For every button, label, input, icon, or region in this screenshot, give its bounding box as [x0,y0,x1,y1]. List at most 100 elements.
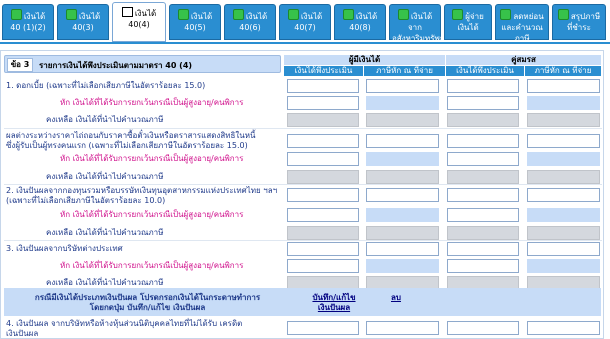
section-header: ข้อ 3 รายการเงินได้พึงประเมินตามมาตรา 40… [4,55,281,73]
row-2-label-line2: (เฉพาะที่ไม่เลือกเสียภาษีในอัตราร้อยละ 1… [6,196,166,205]
open-book-icon [121,7,133,17]
tab-40-6[interactable]: เงินได้ 40(6) [224,4,276,40]
row-2-income-input[interactable] [287,188,359,202]
spouse-income-header: เงินได้พึงประเมิน [446,66,524,76]
save-dividend-label-1: บันทึก/แก้ไข [312,293,356,302]
row-1b-balance-value [287,170,359,184]
green-page-icon [287,9,299,20]
row-2-exempt-blank [366,208,439,222]
divider [4,184,602,185]
spouse-header: คู่สมรส [446,55,601,65]
row-1b-withheld-input[interactable] [366,134,439,148]
green-page-icon [342,9,354,20]
row-2-withheld-input[interactable] [366,188,439,202]
tab-deduction[interactable]: ลดหย่อน และคำนวณ ภาษี [495,4,549,43]
row-1-spouse-balance-value [447,113,519,127]
row-3-balance-label: คงเหลือ เงินได้ที่นำไปคำนวณภาษี [46,278,164,287]
row-2-label-line1: 2. เงินปันผลจากกองทุนรวมหรือบรรษัทเงินทุ… [6,186,278,195]
dividend-note-text: กรณีมีเงินได้ประเภทเงินปันผล โปรดกรอกเงิ… [4,293,291,313]
row-1b-income-input[interactable] [287,134,359,148]
row-1-exempt-blank [366,96,439,110]
row-3-spouse-exempt-input[interactable] [447,259,519,273]
row-3-spouse-exempt-blank [527,259,600,273]
tab-payer[interactable]: ผู้จ่าย เงินได้ [444,4,492,40]
section-number: ข้อ 3 [7,58,33,72]
green-page-icon [557,9,569,20]
row-1-spouse-exempt-blank [527,96,600,110]
row-1b-spouse-exempt-blank [527,152,600,166]
row-4-withheld-input[interactable] [366,321,439,335]
row-2-exempt-input[interactable] [287,208,359,222]
row-3-exempt-input[interactable] [287,259,359,273]
row-1b-label-line2: ซึ่งผู้รับเป็นผู้ทรงคนแรก (เฉพาะที่ไม่เล… [6,141,248,150]
green-page-icon [232,9,244,20]
green-page-icon [65,9,77,20]
row-4-income-input[interactable] [287,321,359,335]
row-1b-exempt-label: หัก เงินได้ที่ได้รับการยกเว้นกรณีเป็นผู้… [60,154,244,163]
row-1b-exempt-blank [366,152,439,166]
tab-40-3[interactable]: เงินได้ 40(3) [57,4,109,40]
row-1-spouse-withheld-input[interactable] [527,79,600,93]
green-page-icon [500,9,512,20]
row-3-income-input[interactable] [287,242,359,256]
row-1-income-input[interactable] [287,79,359,93]
green-page-icon [177,9,189,20]
row-2-spouse-income-input[interactable] [447,188,519,202]
row-3-exempt-label: หัก เงินได้ที่ได้รับการยกเว้นกรณีเป็นผู้… [60,261,244,270]
row-1-exempt-input[interactable] [287,96,359,110]
spouse-withheld-header: ภาษีหัก ณ ที่จ่าย [525,66,601,76]
row-2-spouse-balance-value [447,226,519,240]
green-page-icon [452,9,464,20]
tab-summary[interactable]: สรุปภาษี ที่ชำระ [552,4,606,40]
row-4-spouse-withheld-input[interactable] [527,321,600,335]
row-1b-spouse-income-input[interactable] [447,134,519,148]
row-3-label: 3. เงินปันผลจากบริษัทต่างประเทศ [6,244,123,253]
row-1b-balance-label: คงเหลือ เงินได้ที่นำไปคำนวณภาษี [46,172,164,181]
tab-real-estate[interactable]: เงินได้จาก อสังหาริมทรัพย์ [389,4,444,43]
row-2-balance-withheld [366,226,439,240]
tab-40-4[interactable]: เงินได้ 40(4) [112,2,166,42]
row-1-withheld-input[interactable] [366,79,439,93]
row-1b-label-line1: ผลต่างระหว่างราคาไถ่ถอนกับราคาซื้อตั๋วเง… [6,131,256,140]
row-2-spouse-exempt-blank [527,208,600,222]
row-2-spouse-withheld-input[interactable] [527,188,600,202]
taxpayer-income-header: เงินได้พึงประเมิน [284,66,363,76]
row-4-spouse-income-input[interactable] [447,321,519,335]
row-1b-spouse-balance-withheld [527,170,600,184]
row-1b-spouse-withheld-input[interactable] [527,134,600,148]
row-2-spouse-balance-withheld [527,226,600,240]
dividend-note-bar: กรณีมีเงินได้ประเภทเงินปันผล โปรดกรอกเงิ… [4,288,601,316]
row-2-spouse-exempt-input[interactable] [447,208,519,222]
divider [4,128,602,129]
row-1-spouse-income-input[interactable] [447,79,519,93]
row-1-exempt-label: หัก เงินได้ที่ได้รับการยกเว้นกรณีเป็นผู้… [60,98,244,107]
tab-40-8[interactable]: เงินได้ 40(8) [334,4,386,40]
row-1b-spouse-exempt-input[interactable] [447,152,519,166]
row-1b-exempt-input[interactable] [287,152,359,166]
note-line-2: โดยกดปุ่ม บันทึก/แก้ไข เงินปันผล [89,303,206,312]
tab-40-1-2[interactable]: เงินได้ 40 (1)(2) [2,4,54,40]
taxpayer-header: ผู้มีเงินได้ [284,55,445,65]
row-1-label: 1. ดอกเบี้ย (เฉพาะที่ไม่เลือกเสียภาษีในอ… [6,81,206,90]
taxpayer-withheld-header: ภาษีหัก ณ ที่จ่าย [364,66,445,76]
row-2-balance-label: คงเหลือ เงินได้ที่นำไปคำนวณภาษี [46,228,164,237]
row-2-balance-value [287,226,359,240]
tab-40-7[interactable]: เงินได้ 40(7) [279,4,331,40]
row-4-label-line2: เงินปันผล [6,329,39,338]
tab-label: สรุปภาษี ที่ชำระ [567,12,601,32]
row-3-spouse-withheld-input[interactable] [527,242,600,256]
green-page-icon [397,9,409,20]
delete-dividend-link[interactable]: ลบ [376,293,416,303]
row-3-withheld-input[interactable] [366,242,439,256]
row-3-spouse-income-input[interactable] [447,242,519,256]
row-1b-balance-withheld [366,170,439,184]
green-page-icon [10,9,22,20]
save-dividend-link[interactable]: บันทึก/แก้ไข เงินปันผล [294,293,374,313]
row-3-exempt-blank [366,259,439,273]
row-1-spouse-balance-withheld [527,113,600,127]
tab-underline [0,42,610,44]
tab-40-5[interactable]: เงินได้ 40(5) [169,4,221,40]
row-1-spouse-exempt-input[interactable] [447,96,519,110]
row-1-balance-value [287,113,359,127]
divider [4,240,602,241]
